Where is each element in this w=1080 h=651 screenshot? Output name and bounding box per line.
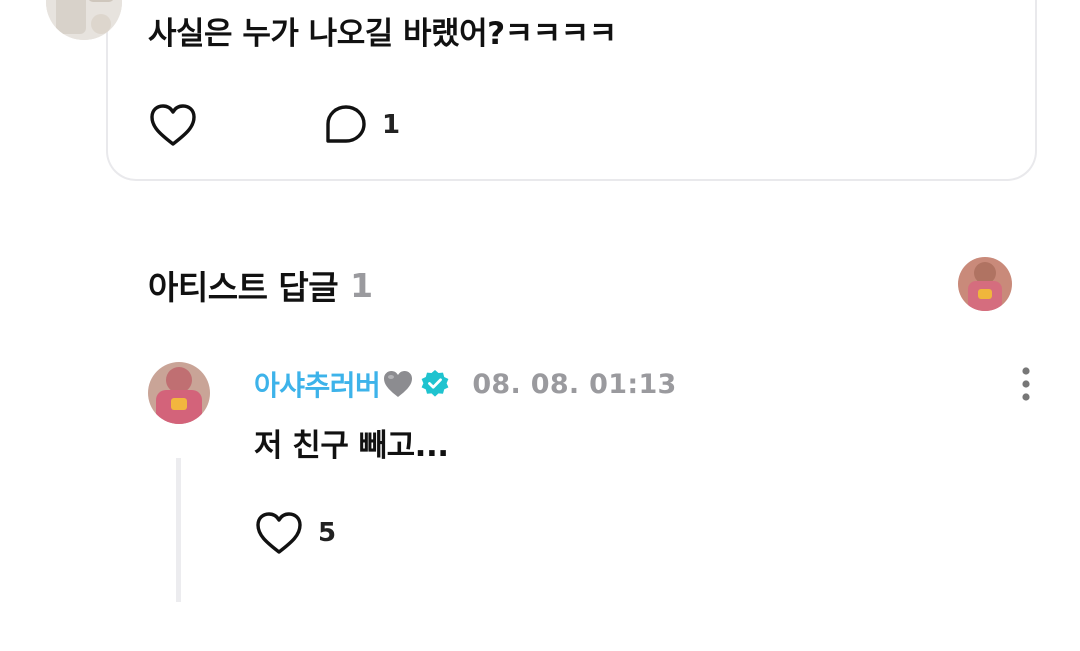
artist-replies-header: 아티스트 답글 1 — [148, 258, 373, 312]
reply-like-count: 5 — [318, 518, 337, 548]
comment-button[interactable]: 1 — [324, 98, 400, 152]
reply-meta: 아샤추러버 08. 08. 01:13 — [254, 364, 677, 404]
grey-heart-emoji — [384, 371, 413, 397]
post-text: 사실은 누가 나오길 바랬어?ㅋㅋㅋㅋ — [148, 16, 617, 52]
heart-outline-icon — [150, 104, 196, 146]
comment-count: 1 — [382, 110, 401, 140]
reply-actions: 5 — [254, 506, 336, 560]
speech-bubble-icon — [326, 105, 366, 143]
section-title: 아티스트 답글 — [148, 268, 339, 307]
post-actions: 1 — [148, 98, 400, 152]
reply-author-name[interactable]: 아샤추러버 — [254, 364, 381, 404]
reply-timestamp: 08. 08. 01:13 — [472, 368, 677, 400]
reply-author-avatar[interactable] — [148, 362, 210, 424]
section-count: 1 — [350, 265, 374, 305]
like-button[interactable] — [148, 98, 202, 152]
thread-line — [176, 458, 181, 602]
reply-text: 저 친구 빼고... — [254, 428, 449, 464]
heart-outline-icon — [256, 512, 302, 554]
more-vertical-icon — [1022, 367, 1030, 401]
verified-badge-icon — [421, 370, 449, 397]
artist-avatar-small[interactable] — [958, 257, 1012, 311]
more-options-button[interactable] — [1010, 364, 1042, 404]
reply-like-button[interactable]: 5 — [254, 510, 336, 556]
